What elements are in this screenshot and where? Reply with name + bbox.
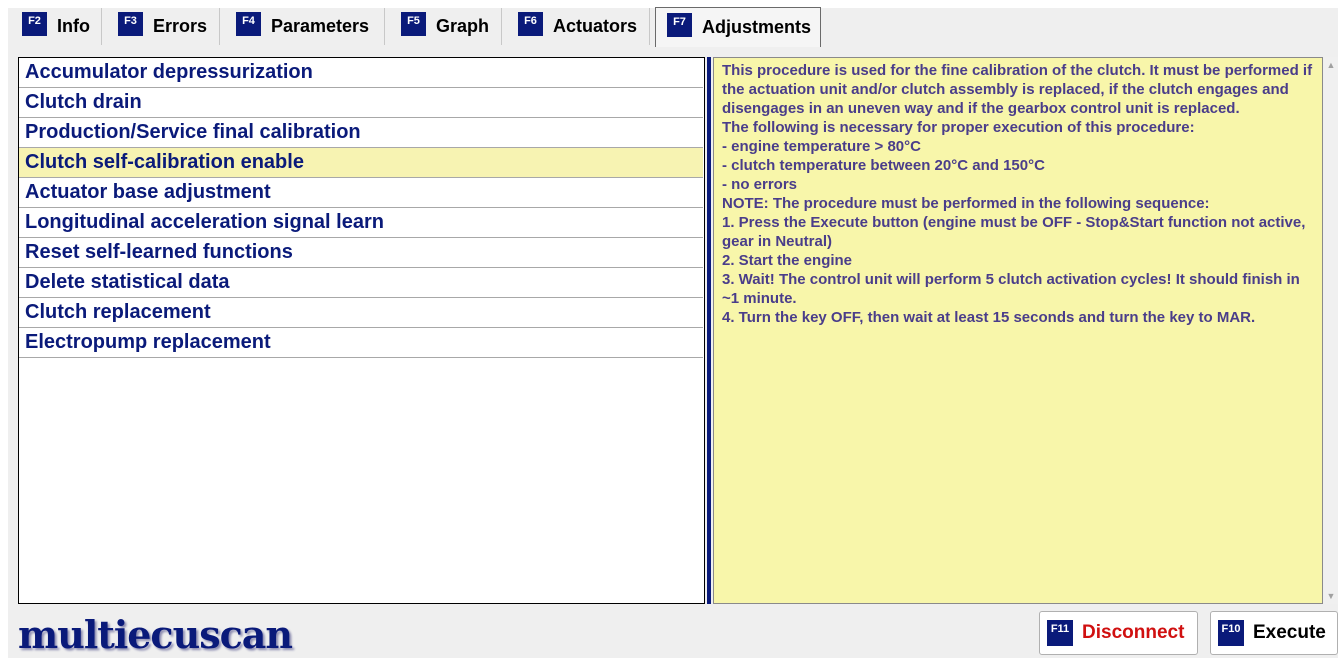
tab-label: Graph — [436, 16, 490, 36]
tab-bar: F2 Info F3 Errors F4 Parameters F5 Graph… — [0, 0, 1338, 50]
tab-key-badge: F2 — [22, 11, 47, 36]
description-line: - no errors — [722, 176, 798, 193]
button-label: Execute — [1253, 622, 1326, 643]
list-item[interactable]: Accumulator depressurization — [19, 58, 703, 88]
list-item[interactable]: Longitudinal acceleration signal learn — [19, 208, 703, 238]
description-scrollbar[interactable]: ▲ ▼ — [1324, 57, 1338, 604]
tab-adjustments[interactable]: F7 Adjustments — [655, 7, 821, 47]
tab-key-badge: F6 — [518, 11, 543, 36]
panel-splitter[interactable] — [707, 57, 711, 604]
list-item[interactable]: Delete statistical data — [19, 268, 703, 298]
list-item[interactable]: Clutch drain — [19, 88, 703, 118]
tab-graph[interactable]: F5 Graph — [390, 8, 502, 45]
tab-parameters[interactable]: F4 Parameters — [225, 8, 385, 45]
scroll-down-arrow-icon[interactable]: ▼ — [1326, 591, 1336, 601]
description-line: 3. Wait! The control unit will perform 5… — [722, 271, 1300, 307]
tab-info[interactable]: F2 Info — [11, 8, 102, 45]
list-item[interactable]: Clutch replacement — [19, 298, 703, 328]
button-label: Disconnect — [1082, 622, 1185, 643]
button-key-badge: F11 — [1047, 620, 1073, 646]
list-item[interactable]: Actuator base adjustment — [19, 178, 703, 208]
description-line: - engine temperature > 80°C — [722, 138, 921, 155]
button-key-badge: F10 — [1218, 620, 1244, 646]
list-item-selected[interactable]: Clutch self-calibration enable — [19, 148, 703, 178]
list-item[interactable]: Reset self-learned functions — [19, 238, 703, 268]
description-line: NOTE: The procedure must be performed in… — [722, 195, 1210, 212]
description-line: 2. Start the engine — [722, 252, 853, 269]
description-line: The following is necessary for proper ex… — [722, 119, 1195, 136]
description-line: 1. Press the Execute button (engine must… — [722, 214, 1306, 250]
disconnect-button[interactable]: F11 Disconnect — [1039, 611, 1198, 655]
app-logo: multiecuscan — [18, 612, 293, 657]
tab-actuators[interactable]: F6 Actuators — [507, 8, 650, 45]
tab-label: Errors — [153, 16, 208, 36]
tab-label: Adjustments — [702, 17, 812, 37]
description-line: This procedure is used for the fine cali… — [722, 62, 1313, 117]
tab-label: Info — [57, 16, 90, 36]
description-line: 4. Turn the key OFF, then wait at least … — [722, 309, 1256, 326]
procedure-list: Accumulator depressurization Clutch drai… — [18, 57, 705, 604]
list-item[interactable]: Production/Service final calibration — [19, 118, 703, 148]
tab-key-badge: F3 — [118, 11, 143, 36]
tab-errors[interactable]: F3 Errors — [107, 8, 220, 45]
tab-key-badge: F7 — [667, 12, 692, 37]
tab-key-badge: F4 — [236, 11, 261, 36]
scroll-up-arrow-icon[interactable]: ▲ — [1326, 60, 1336, 70]
execute-button[interactable]: F10 Execute — [1210, 611, 1338, 655]
tab-label: Parameters — [271, 16, 370, 36]
tab-key-badge: F5 — [401, 11, 426, 36]
procedure-description: This procedure is used for the fine cali… — [713, 57, 1323, 604]
list-item[interactable]: Electropump replacement — [19, 328, 703, 358]
description-line: - clutch temperature between 20°C and 15… — [722, 157, 1045, 174]
tab-label: Actuators — [553, 16, 638, 36]
